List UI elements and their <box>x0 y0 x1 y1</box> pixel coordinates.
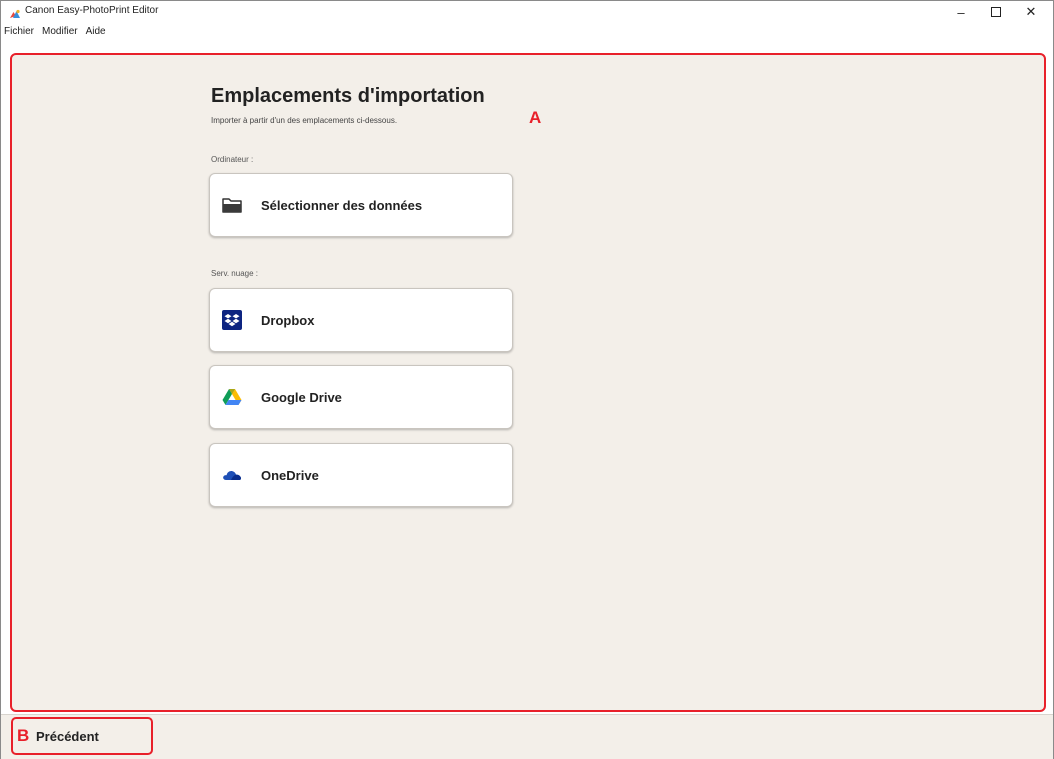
window-title: Canon Easy-PhotoPrint Editor <box>25 5 159 16</box>
cloud-section-label: Serv. nuage : <box>211 269 258 278</box>
menu-modifier[interactable]: Modifier <box>37 26 81 37</box>
minimize-icon: – <box>957 4 965 20</box>
onedrive-label: OneDrive <box>261 467 319 483</box>
close-button[interactable]: ✕ <box>1011 1 1051 23</box>
google-drive-icon <box>221 386 243 408</box>
select-data-button[interactable]: Sélectionner des données <box>209 173 513 237</box>
title-bar: Canon Easy-PhotoPrint Editor – ✕ <box>1 1 1053 23</box>
close-icon: ✕ <box>1025 4 1037 19</box>
dropbox-button[interactable]: Dropbox <box>209 288 513 352</box>
computer-section-label: Ordinateur : <box>211 155 254 164</box>
app-window: Canon Easy-PhotoPrint Editor – ✕ Fichier… <box>0 0 1054 759</box>
import-locations-panel: Emplacements d'importation Importer à pa… <box>12 55 1044 711</box>
annotation-marker-a: A <box>529 108 542 127</box>
minimize-button[interactable]: – <box>941 1 981 23</box>
onedrive-icon <box>221 464 243 486</box>
menu-fichier[interactable]: Fichier <box>1 26 37 37</box>
google-drive-button[interactable]: Google Drive <box>209 365 513 429</box>
page-title: Emplacements d'importation <box>211 85 485 107</box>
annotation-marker-b: B <box>17 726 30 745</box>
maximize-button[interactable] <box>976 1 1016 23</box>
dropbox-label: Dropbox <box>261 312 315 328</box>
onedrive-button[interactable]: OneDrive <box>209 443 513 507</box>
menu-aide[interactable]: Aide <box>81 26 109 37</box>
page-subtitle: Importer à partir d'un des emplacements … <box>211 116 398 125</box>
menu-bar: Fichier Modifier Aide <box>1 23 1053 39</box>
maximize-icon <box>991 7 1001 17</box>
back-button[interactable]: Précédent <box>36 729 99 744</box>
select-data-label: Sélectionner des données <box>261 197 423 213</box>
google-drive-label: Google Drive <box>261 389 342 405</box>
app-logo-icon <box>9 6 21 18</box>
dropbox-icon <box>221 309 243 331</box>
footer-bar: B Précédent <box>1 714 1053 759</box>
folder-icon <box>221 194 243 216</box>
